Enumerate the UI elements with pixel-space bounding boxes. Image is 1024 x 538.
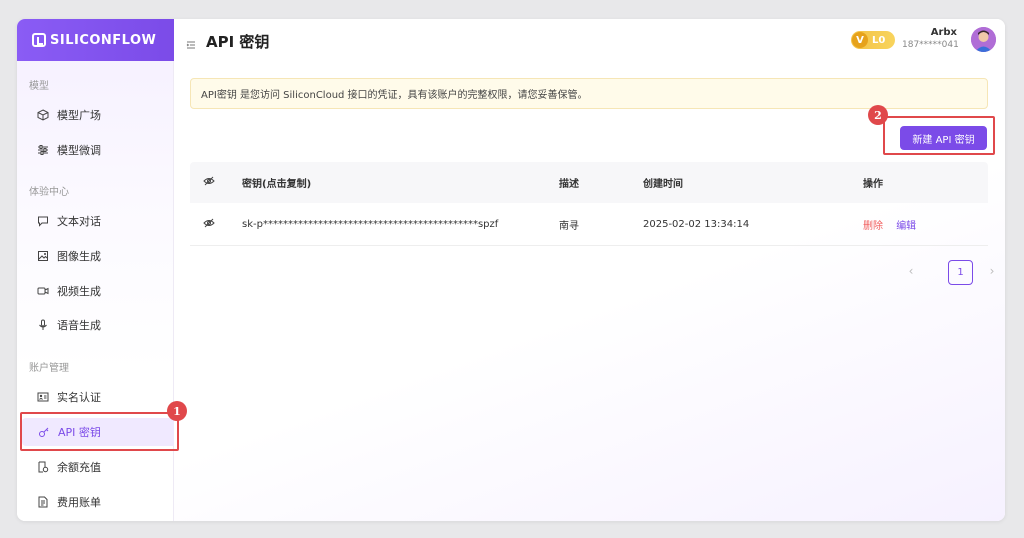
topbar: API 密钥 V L0 Arbx 187*****041 [174,19,1005,61]
toggle-visibility-row[interactable] [190,218,242,231]
toggle-visibility-header[interactable] [190,176,242,189]
logo-icon [32,33,46,47]
sidebar-item-verification[interactable]: 实名认证 [21,383,178,411]
sidebar-item-voice-gen[interactable]: 语音生成 [21,311,178,339]
sidebar-item-label: 语音生成 [57,319,101,332]
user-phone: 187*****041 [902,40,959,50]
chat-icon [37,215,49,227]
sidebar-item-label: 余额充值 [57,461,101,474]
sidebar-item-text-chat[interactable]: 文本对话 [21,207,178,235]
sidebar-item-label: 文本对话 [57,215,101,228]
column-header-actions: 操作 [863,179,883,190]
section-label-experience: 体验中心 [29,187,69,198]
sidebar-item-video-gen[interactable]: 视频生成 [21,277,178,305]
collapse-menu-icon[interactable] [186,35,196,49]
edit-link[interactable]: 编辑 [896,221,916,232]
vip-level-badge[interactable]: V L0 [851,31,895,49]
api-key-desc: 南寻 [559,220,579,232]
app-window: SILICONFLOW 模型 模型广场 模型微调 体验中心 文本对话 图像生成 … [17,19,1005,521]
logo-text: SILICONFLOW [50,32,157,48]
id-card-icon [37,391,49,403]
sidebar-item-label: 图像生成 [57,250,101,263]
avatar[interactable] [971,27,996,52]
pagination: ‹ 1 › [904,260,994,285]
api-keys-table: 密钥(点击复制) 描述 创建时间 操作 sk-p****************… [190,162,988,246]
mic-icon [37,319,49,331]
api-key-value[interactable]: sk-p************************************… [242,219,559,230]
sidebar-item-label: 实名认证 [57,391,101,404]
sidebar-item-label: 费用账单 [57,496,101,509]
sidebar-item-fine-tune[interactable]: 模型微调 [21,136,178,164]
cube-icon [37,109,49,121]
sidebar-item-recharge[interactable]: 余额充值 [21,453,178,481]
recharge-icon [37,461,49,473]
notice-text: API密钥 是您访问 SiliconCloud 接口的凭证，具有该账户的完整权限… [201,90,588,101]
api-key-created: 2025-02-02 13:34:14 [643,218,750,230]
eye-off-icon [203,176,215,189]
next-page-button[interactable]: › [985,264,999,280]
row-actions: 删除 编辑 [863,217,988,232]
prev-page-button[interactable]: ‹ [904,264,918,280]
logo[interactable]: SILICONFLOW [17,19,174,61]
main-content: API 密钥 V L0 Arbx 187*****041 API密钥 是您访问 … [174,19,1005,521]
video-icon [37,285,49,297]
bill-icon [37,496,49,508]
section-label-models: 模型 [29,81,49,92]
image-icon [37,250,49,262]
annotation-badge-1: 1 [167,401,187,421]
annotation-highlight-2 [883,116,995,155]
eye-off-icon [203,218,215,231]
sliders-icon [37,144,49,156]
column-header-key: 密钥(点击复制) [242,179,312,190]
vip-letter: V [852,32,868,48]
sidebar-item-billing[interactable]: 费用账单 [21,488,178,516]
annotation-badge-2: 2 [868,105,888,125]
sidebar-item-label: 视频生成 [57,285,101,298]
api-key-notice: API密钥 是您访问 SiliconCloud 接口的凭证，具有该账户的完整权限… [190,78,988,109]
table-row: sk-p************************************… [190,203,988,246]
annotation-highlight-1 [20,412,179,451]
page-number-current[interactable]: 1 [948,260,973,285]
table-header: 密钥(点击复制) 描述 创建时间 操作 [190,162,988,203]
user-name: Arbx [930,27,957,38]
sidebar-item-image-gen[interactable]: 图像生成 [21,242,178,270]
sidebar-item-label: 模型广场 [57,109,101,122]
column-header-created: 创建时间 [643,179,683,190]
page-title: API 密钥 [206,33,270,51]
delete-link[interactable]: 删除 [863,221,883,232]
vip-level: L0 [872,34,886,46]
section-label-account: 账户管理 [29,363,69,374]
column-header-desc: 描述 [559,179,579,190]
sidebar-item-model-square[interactable]: 模型广场 [21,101,178,129]
sidebar-item-label: 模型微调 [57,144,101,157]
